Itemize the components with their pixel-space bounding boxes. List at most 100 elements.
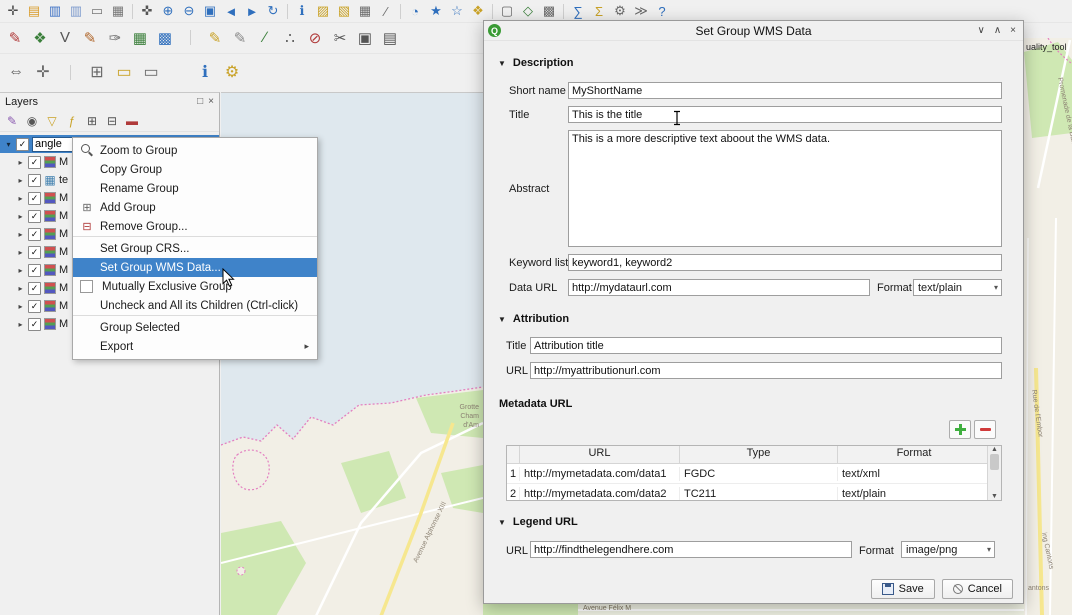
legend-format-select[interactable]: image/png ▾ [901,541,995,558]
add-vector-icon[interactable]: ◇ [518,1,538,21]
raster-grid-icon[interactable]: ▦ [128,26,152,50]
save-project-icon[interactable]: ▥ [45,1,65,21]
new-layer-icon[interactable]: ▢ [497,1,517,21]
data-url-format-select[interactable]: text/plain ▾ [913,279,1002,296]
checker-icon[interactable]: ▩ [153,26,177,50]
scroll-up-icon[interactable]: ▲ [991,446,998,453]
context-menu-item[interactable]: Zoom to Group [73,141,317,160]
cut-features-icon[interactable]: ✂ [328,26,352,50]
bookmark-icon[interactable]: ★ [426,1,446,21]
title-input[interactable] [568,106,1002,123]
context-menu-item[interactable]: ⊟ Remove Group... [73,217,317,237]
select-label-icon[interactable]: ▭ [111,59,137,85]
deselect-icon[interactable]: ▧ [334,1,354,21]
filter-legend-icon[interactable]: ▽ [43,112,61,130]
data-url-input[interactable] [568,279,870,296]
map-tips-icon[interactable]: ❖ [468,1,488,21]
move-feature-icon[interactable]: ✛ [30,59,56,85]
attribution-title-input[interactable] [530,337,1002,354]
save-project-as-icon[interactable]: ▥ [66,1,86,21]
filter-expression-icon[interactable]: ƒ [63,112,81,130]
field-calculator-icon[interactable]: ∑ [568,1,588,21]
close-icon[interactable]: × [1010,25,1016,36]
map-themes-icon[interactable]: ◉ [23,112,41,130]
expander-icon[interactable]: ▸ [16,194,25,203]
section-description[interactable]: ▼ Description [498,57,573,69]
context-menu-item[interactable]: Set Group WMS Data... [73,258,317,277]
paste-features-icon[interactable]: ▤ [378,26,402,50]
attribution-url-input[interactable] [530,362,1002,379]
layer-checkbox[interactable]: ✓ [28,300,41,313]
layer-label[interactable]: te [59,174,68,186]
expander-icon[interactable]: ▸ [16,302,25,311]
scrollbar-thumb[interactable] [990,454,999,470]
float-panel-icon[interactable]: □ [197,96,203,107]
python-icon[interactable]: ≫ [631,1,651,21]
expander-icon[interactable]: ▸ [16,176,25,185]
layer-label[interactable]: M [59,228,68,240]
pan-map-icon[interactable]: ✛ [3,1,23,21]
expander-icon[interactable]: ▸ [16,248,25,257]
expander-icon[interactable]: ▾ [4,140,13,149]
digitize-icon[interactable]: ∕ [253,26,277,50]
layer-checkbox[interactable]: ✓ [28,174,41,187]
context-menu-item[interactable]: Group Selected [73,318,317,337]
map-canvas-right[interactable]: Promenade de la Barre Rue de l'Embor ing… [1024,38,1072,615]
layer-label[interactable]: M [59,264,68,276]
layer-label[interactable]: M [59,156,68,168]
expander-icon[interactable]: ▸ [16,212,25,221]
short-name-input[interactable] [568,82,1002,99]
layer-label[interactable]: M [59,192,68,204]
pan-tool-icon[interactable]: ✜ [137,1,157,21]
remove-row-button[interactable] [974,420,996,439]
styling-panel-icon[interactable]: ✎ [3,112,21,130]
toggle-editing-icon[interactable]: ✎ [203,26,227,50]
expander-icon[interactable]: ▸ [16,320,25,329]
zoom-group-icon[interactable]: ⊞ [84,59,110,85]
layer-label[interactable]: M [59,318,68,330]
pan-arrows-icon[interactable]: ⇔ [3,59,29,85]
layer-checkbox[interactable]: ✓ [28,318,41,331]
context-menu-item[interactable]: ⊞ Add Group [73,198,317,217]
layer-label[interactable]: M [59,246,68,258]
zoom-last-icon[interactable]: ◄ [221,1,241,21]
dialog-titlebar[interactable]: Q Set Group WMS Data ∨∧× [484,21,1023,41]
info-icon[interactable]: ℹ [192,59,218,85]
layout-manager-icon[interactable]: ▦ [108,1,128,21]
section-legend-url[interactable]: ▼ Legend URL [498,516,578,528]
help-icon[interactable]: ? [652,1,672,21]
zoom-full-icon[interactable]: ▣ [200,1,220,21]
cancel-button[interactable]: Cancel [942,579,1013,599]
expander-icon[interactable]: ▸ [16,284,25,293]
context-menu-item[interactable]: Mutually Exclusive Group [73,277,317,296]
layer-checkbox[interactable]: ✓ [28,192,41,205]
zoom-next-icon[interactable]: ► [242,1,262,21]
layer-label[interactable]: M [59,210,68,222]
copy-features-icon[interactable]: ▣ [353,26,377,50]
expander-icon[interactable]: ▸ [16,158,25,167]
context-menu-item[interactable]: Rename Group [73,179,317,198]
context-menu-item[interactable]: Set Group CRS... [73,239,317,258]
collapse-icon[interactable]: ∨ [978,25,985,36]
save-button[interactable]: Save [871,579,935,599]
layer-checkbox[interactable]: ✓ [28,228,41,241]
remove-layer-icon[interactable]: ▬ [123,112,141,130]
attribute-table-icon[interactable]: ▦ [355,1,375,21]
scroll-down-icon[interactable]: ▼ [991,493,998,500]
close-panel-icon[interactable]: × [208,96,214,107]
save-edits-icon[interactable]: ✎ [228,26,252,50]
field-tool-icon[interactable]: ✎ [78,26,102,50]
context-menu-item[interactable]: Export ▸ [73,337,317,356]
zoom-in-icon[interactable]: ⊕ [158,1,178,21]
labeling-icon[interactable]: ▭ [138,59,164,85]
table-scrollbar[interactable]: ▲ ▼ [987,446,1001,500]
refresh-map-icon[interactable]: ↻ [263,1,283,21]
context-menu-item[interactable]: Uncheck and All its Children (Ctrl-click… [73,296,317,316]
layer-label[interactable]: M [59,282,68,294]
identify-icon[interactable]: ℹ [292,1,312,21]
add-row-button[interactable] [949,420,971,439]
measure-icon[interactable]: ∕ [376,1,396,21]
expander-icon[interactable]: ▸ [16,266,25,275]
expand-all-icon[interactable]: ⊞ [83,112,101,130]
new-layout-icon[interactable]: ▭ [87,1,107,21]
